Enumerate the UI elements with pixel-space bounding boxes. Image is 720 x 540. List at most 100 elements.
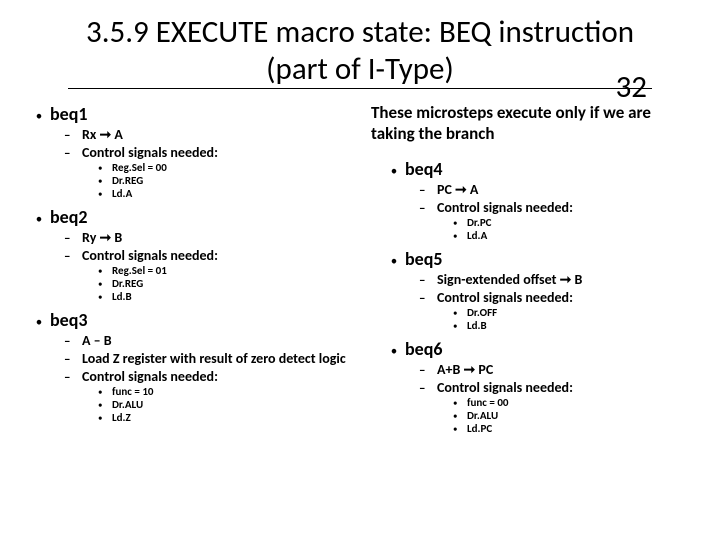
signal-text: Ld.PC: [467, 422, 492, 435]
signal-item: •Ld.A: [98, 187, 355, 200]
signal-item: •Dr.ALU: [453, 409, 692, 422]
dash-bullet: –: [64, 334, 82, 349]
microstep: •beq4–PC ➞ A–Control signals needed:•Dr.…: [383, 158, 692, 242]
signal-item: •func = 00: [453, 396, 692, 409]
bullet: •: [28, 212, 50, 227]
bullet: •: [28, 109, 50, 124]
bullet: •: [453, 424, 467, 435]
dash-bullet: –: [64, 370, 82, 385]
bullet: •: [98, 163, 112, 174]
bullet: •: [98, 292, 112, 303]
signal-item: •Dr.REG: [98, 174, 355, 187]
branch-note: These microsteps execute only if we are …: [371, 103, 692, 144]
sub-text: Control signals needed:: [437, 199, 573, 216]
bullet: •: [453, 218, 467, 229]
microstep: •beq2–Ry ➞ B–Control signals needed:•Reg…: [28, 206, 355, 303]
microstep-label: beq5: [405, 248, 443, 270]
signal-item: •Ld.Z: [98, 411, 355, 424]
microstep-label: beq1: [50, 103, 88, 125]
signal-item: •Ld.A: [453, 229, 692, 242]
signal-text: Dr.ALU: [112, 398, 143, 411]
sub-item: –A – B: [64, 332, 355, 349]
sub-text: PC ➞ A: [437, 181, 478, 198]
signal-item: •Dr.PC: [453, 216, 692, 229]
sub-text: Control signals needed:: [437, 289, 573, 306]
microstep-label: beq2: [50, 206, 88, 228]
sub-item: –Control signals needed:•Reg.Sel = 00•Dr…: [64, 144, 355, 200]
bullet: •: [98, 279, 112, 290]
bullet: •: [98, 176, 112, 187]
signal-text: Dr.OFF: [467, 306, 497, 319]
sub-text: Control signals needed:: [82, 368, 218, 385]
sub-item: –Load Z register with result of zero det…: [64, 350, 355, 367]
sub-item: –Control signals needed:•Dr.OFF•Ld.B: [419, 289, 692, 332]
dash-bullet: –: [64, 352, 82, 367]
bullet: •: [98, 400, 112, 411]
sub-text: Rx ➞ A: [82, 126, 123, 143]
bullet: •: [98, 413, 112, 424]
bullet: •: [453, 411, 467, 422]
signal-text: Dr.REG: [112, 174, 143, 187]
signal-item: •Reg.Sel = 01: [98, 264, 355, 277]
signal-text: Ld.B: [112, 290, 132, 303]
sub-text: Ry ➞ B: [82, 229, 122, 246]
signal-item: •Ld.PC: [453, 422, 692, 435]
signal-item: •Dr.OFF: [453, 306, 692, 319]
sub-text: Control signals needed:: [82, 247, 218, 264]
dash-bullet: –: [64, 249, 82, 264]
bullet: •: [453, 321, 467, 332]
sub-text: Control signals needed:: [437, 379, 573, 396]
bullet: •: [98, 266, 112, 277]
sub-item: –Ry ➞ B: [64, 229, 355, 246]
signal-text: Ld.A: [467, 229, 487, 242]
microstep: •beq1–Rx ➞ A–Control signals needed:•Reg…: [28, 103, 355, 200]
sub-item: –Sign-extended offset ➞ B: [419, 271, 692, 288]
dash-bullet: –: [419, 363, 437, 378]
right-column: These microsteps execute only if we are …: [365, 103, 692, 441]
microstep-label: beq3: [50, 309, 88, 331]
slide-title: 3.5.9 EXECUTE macro state: BEQ instructi…: [68, 14, 652, 89]
sub-item: –A+B ➞ PC: [419, 361, 692, 378]
dash-bullet: –: [419, 291, 437, 306]
microstep: •beq5–Sign-extended offset ➞ B–Control s…: [383, 248, 692, 332]
dash-bullet: –: [419, 201, 437, 216]
bullet: •: [383, 164, 405, 179]
sub-item: –Control signals needed:•func = 00•Dr.AL…: [419, 379, 692, 435]
signal-text: Ld.B: [467, 319, 487, 332]
bullet: •: [453, 308, 467, 319]
signal-item: •Dr.ALU: [98, 398, 355, 411]
bullet: •: [28, 315, 50, 330]
signal-text: func = 10: [112, 385, 154, 398]
microstep: •beq6–A+B ➞ PC–Control signals needed:•f…: [383, 338, 692, 435]
signal-text: func = 00: [467, 396, 509, 409]
content-columns: •beq1–Rx ➞ A–Control signals needed:•Reg…: [28, 103, 692, 441]
sub-item: –PC ➞ A: [419, 181, 692, 198]
left-column: •beq1–Rx ➞ A–Control signals needed:•Reg…: [28, 103, 355, 441]
signal-item: •Ld.B: [453, 319, 692, 332]
signal-item: •Dr.REG: [98, 277, 355, 290]
dash-bullet: –: [419, 273, 437, 288]
signal-text: Ld.A: [112, 187, 132, 200]
bullet: •: [98, 387, 112, 398]
bullet: •: [383, 344, 405, 359]
signal-item: •Reg.Sel = 00: [98, 161, 355, 174]
signal-text: Dr.ALU: [467, 409, 498, 422]
signal-text: Dr.PC: [467, 216, 492, 229]
bullet: •: [453, 398, 467, 409]
sub-item: –Control signals needed:•Reg.Sel = 01•Dr…: [64, 247, 355, 303]
microstep-label: beq4: [405, 158, 443, 180]
signal-text: Reg.Sel = 00: [112, 161, 167, 174]
sub-text: Sign-extended offset ➞ B: [437, 271, 582, 288]
sub-item: –Rx ➞ A: [64, 126, 355, 143]
sub-text: A+B ➞ PC: [437, 361, 493, 378]
bullet: •: [98, 189, 112, 200]
dash-bullet: –: [64, 146, 82, 161]
signal-text: Dr.REG: [112, 277, 143, 290]
slide-number: 32: [616, 68, 647, 106]
microstep-label: beq6: [405, 338, 443, 360]
sub-item: –Control signals needed:•func = 10•Dr.AL…: [64, 368, 355, 424]
signal-item: •Ld.B: [98, 290, 355, 303]
dash-bullet: –: [64, 231, 82, 246]
sub-text: Load Z register with result of zero dete…: [82, 350, 346, 367]
dash-bullet: –: [419, 381, 437, 396]
